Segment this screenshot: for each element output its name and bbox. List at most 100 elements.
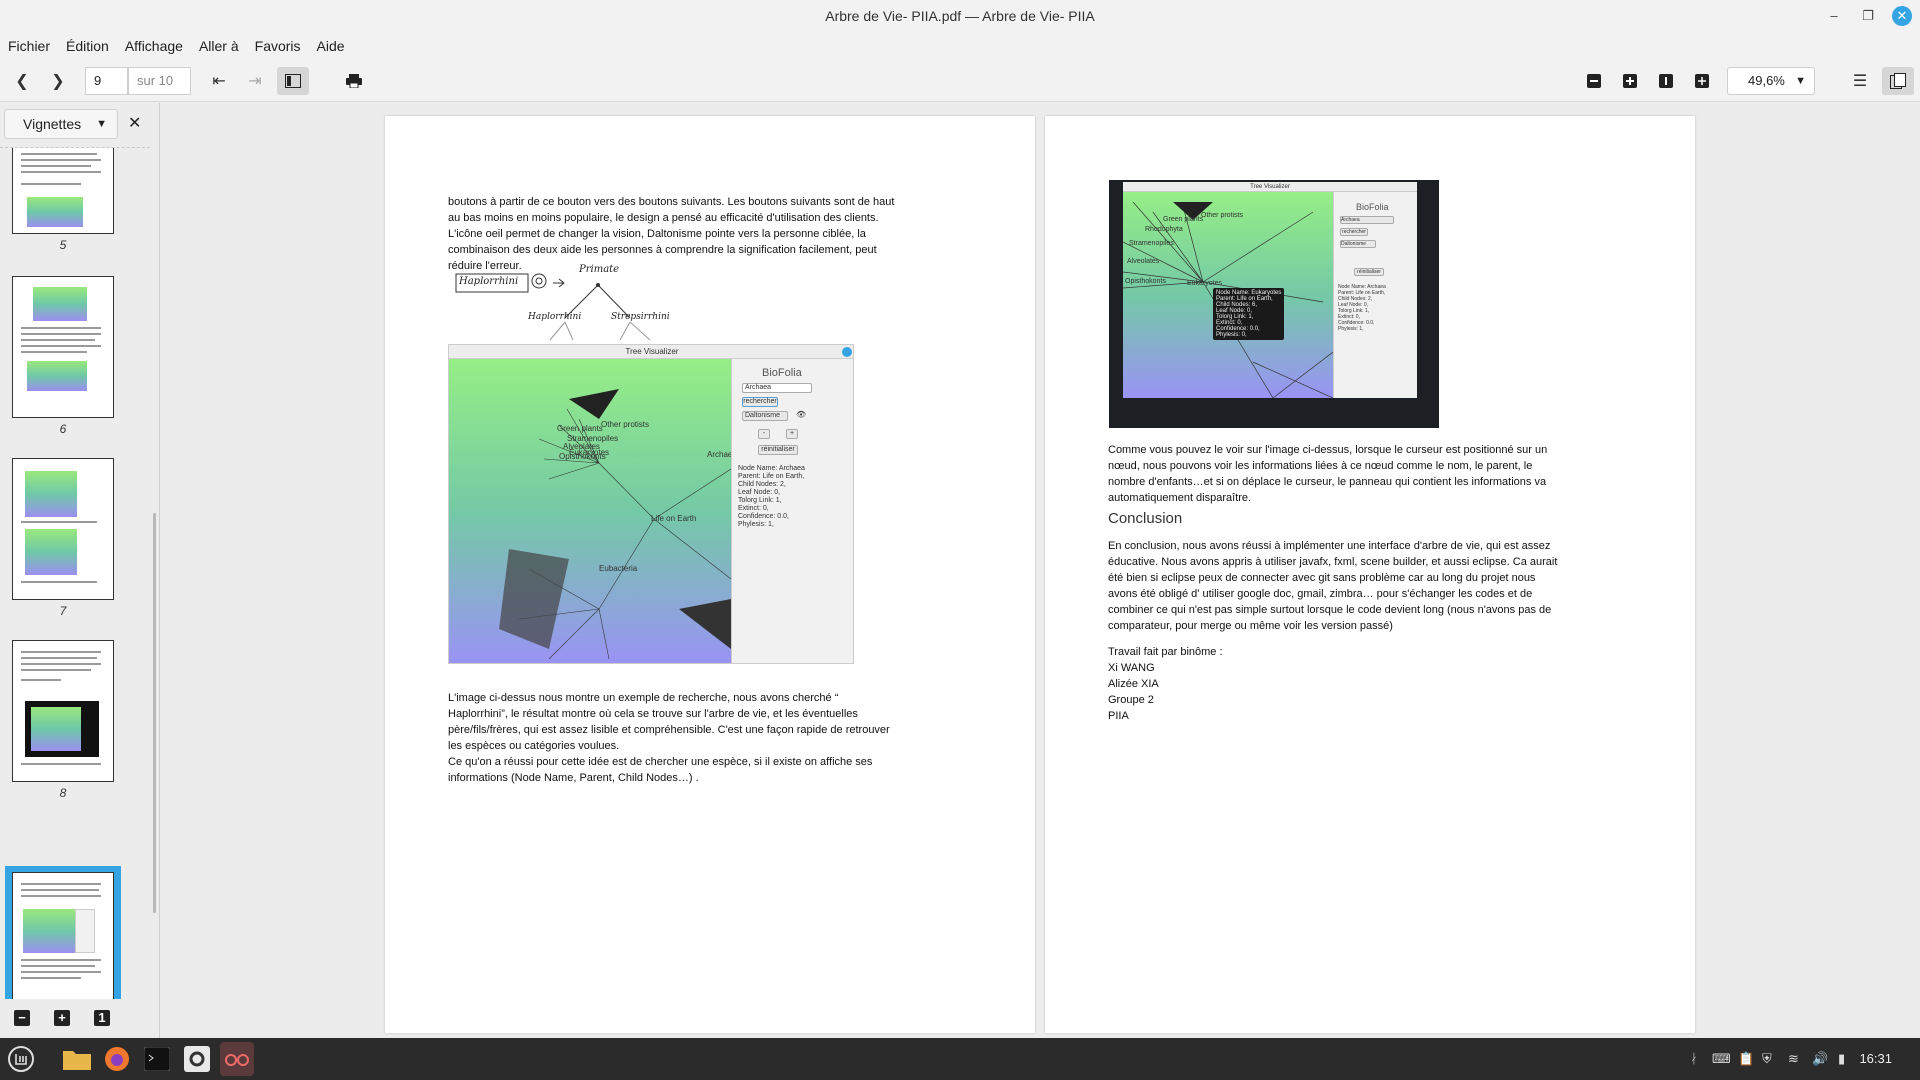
tree-label: Green plants <box>557 424 603 433</box>
terminal-icon[interactable] <box>140 1042 174 1076</box>
photo-mode-select: Daltonisme <box>1340 240 1376 248</box>
sketch-top-label: Primate <box>579 264 620 275</box>
maximize-button[interactable]: ❐ <box>1858 6 1878 26</box>
close-icon[interactable]: ✕ <box>128 113 141 133</box>
menu-icon[interactable] <box>4 1042 38 1076</box>
clipboard-icon[interactable]: 📋 <box>1738 1038 1754 1080</box>
text-line: Alizée XIA <box>1108 678 1159 690</box>
paragraph-conclusion: En conclusion, nous avons réussi à implé… <box>1108 538 1628 634</box>
eye-icon: 👁 <box>796 410 807 419</box>
sketch-left-label: Haplorrhini <box>528 312 582 322</box>
sidebar-toggle-icon[interactable] <box>277 67 309 95</box>
history-forward-icon[interactable]: ⇥ <box>241 67 269 95</box>
files-icon[interactable] <box>60 1042 94 1076</box>
paragraph-search: L'image ci-dessus nous montre un exemple… <box>448 690 968 786</box>
forward-icon[interactable]: ❯ <box>44 67 72 95</box>
menu-fichier[interactable]: Fichier <box>8 33 58 60</box>
menu-affichage[interactable]: Affichage <box>125 33 191 60</box>
text-line: Xi WANG <box>1108 662 1155 674</box>
page-10: Green plants Other protists Rhodophyta S… <box>1045 116 1695 1033</box>
menu-aller-a[interactable]: Aller à <box>199 33 247 60</box>
zoom-in-icon[interactable]: + <box>54 1010 70 1026</box>
sidebar-mode-select[interactable]: Vignettes ▼ <box>4 109 118 139</box>
photo-tree-label: Other protists <box>1201 212 1244 219</box>
zoom-out-icon[interactable]: − <box>14 1010 30 1026</box>
menu-favoris[interactable]: Favoris <box>255 33 309 60</box>
sidebar-mode-label: Vignettes <box>23 116 82 132</box>
volume-icon[interactable]: 🔊 <box>1812 1038 1828 1080</box>
menubar: Fichier Édition Affichage Aller à Favori… <box>0 33 1920 60</box>
clock[interactable]: 16:31 <box>1859 1038 1892 1080</box>
shield-icon[interactable]: ⛨ <box>1762 1038 1772 1080</box>
close-button[interactable]: ✕ <box>1892 6 1912 26</box>
window-titlebar: Arbre de Vie- PIIA.pdf — Arbre de Vie- P… <box>0 0 1920 33</box>
photo-brand: BioFolia <box>1356 202 1389 212</box>
sidebar-scrollbar[interactable] <box>153 513 156 913</box>
zoom-100-icon[interactable] <box>1652 67 1680 95</box>
sidebar-footer: − + 1 <box>0 1000 160 1038</box>
app-search-input: Archaea <box>742 383 812 393</box>
text-line: été bien si eclipse peux de connecter av… <box>1108 572 1536 584</box>
photo-window-titlebar: Tree Visualizer <box>1123 182 1417 192</box>
page-9: boutons à partir de ce bouton vers des b… <box>385 116 1035 1033</box>
photo-screenshot: Green plants Other protists Rhodophyta S… <box>1109 180 1439 428</box>
text-line: Haplorrhini”, le résultat montre où cela… <box>448 708 858 720</box>
text-line: combiner ce qui n'est pas simple surtout… <box>1108 604 1552 616</box>
zoom-out-icon[interactable] <box>1580 67 1608 95</box>
text-line: les espèces ou catégories voulues. <box>448 740 620 752</box>
firefox-icon[interactable] <box>100 1042 134 1076</box>
document-viewer-icon[interactable] <box>220 1042 254 1076</box>
zoom-in-icon[interactable] <box>1616 67 1644 95</box>
text-line: nœud, nous pouvons voir les informations… <box>1108 460 1533 472</box>
zoom-value: 49,6% <box>1748 73 1785 88</box>
fit-icon[interactable] <box>1688 67 1716 95</box>
dual-page-icon[interactable] <box>1882 67 1914 95</box>
continuous-icon[interactable]: ☰ <box>1846 67 1874 95</box>
history-back-icon[interactable]: ⇤ <box>205 67 233 95</box>
text-line: Ce qu'on a réussi pour cette idée est de… <box>448 756 873 768</box>
photo-node-info: Node Name: Archaea Parent: Life on Earth… <box>1338 284 1386 332</box>
window-title: Arbre de Vie- PIIA.pdf — Arbre de Vie- P… <box>825 8 1095 24</box>
battery-icon[interactable]: ▮ <box>1838 1038 1845 1080</box>
thumbnail-page-5[interactable] <box>12 148 114 234</box>
tree-canvas: Eukaryotes Archaea Life on Earth Eubacte… <box>449 359 737 663</box>
tree-label: Opisthokonts <box>559 452 606 461</box>
wifi-icon[interactable]: ≋ <box>1788 1038 1799 1080</box>
photo-tree-label: Alveolates <box>1127 258 1160 265</box>
toolbar: ❮ ❯ 9 sur 10 ⇤ ⇥ 49,6% ▼ ☰ <box>0 60 1920 102</box>
menu-aide[interactable]: Aide <box>317 33 353 60</box>
zoom-select[interactable]: 49,6% ▼ <box>1727 67 1815 95</box>
minimize-button[interactable]: – <box>1824 6 1844 26</box>
menu-edition[interactable]: Édition <box>66 33 117 60</box>
zoom-reset-icon[interactable]: 1 <box>94 1010 110 1026</box>
text-line: PIIA <box>1108 710 1129 722</box>
text-line: En conclusion, nous avons réussi à implé… <box>1108 540 1551 552</box>
app-side-panel: BioFolia Archaea rechercher Daltonisme 👁… <box>731 359 853 663</box>
settings-icon[interactable] <box>180 1042 214 1076</box>
thumbnail-list[interactable]: 5 6 7 8 <box>0 147 150 999</box>
text-line: nombre d'enfants…et si on déplace le cur… <box>1108 476 1547 488</box>
back-icon[interactable]: ❮ <box>8 67 36 95</box>
keyboard-icon[interactable]: ⌨ <box>1712 1038 1731 1080</box>
photo-tree-label: Eukaryotes <box>1187 280 1223 287</box>
photo-search-button: rechercher <box>1340 228 1368 236</box>
thumbnail-page-8[interactable] <box>12 640 114 782</box>
document-view[interactable]: boutons à partir de ce bouton vers des b… <box>161 103 1920 1038</box>
thumbnail-page-6[interactable] <box>12 276 114 418</box>
credits: Travail fait par binôme : Xi WANG Alizée… <box>1108 644 1408 724</box>
thumbnail-page-7[interactable] <box>12 458 114 600</box>
text-line: éducative. Nous avons appris à utiliser … <box>1108 556 1558 568</box>
page-number-input[interactable]: 9 <box>85 67 128 95</box>
photo-window-title: Tree Visualizer <box>1250 184 1290 190</box>
print-icon[interactable] <box>340 67 368 95</box>
bluetooth-icon[interactable]: ᛅ <box>1690 1038 1698 1080</box>
thumbnail-label: 8 <box>59 786 67 800</box>
photo-tree-label: Opisthokonts <box>1125 278 1166 285</box>
paragraph-intro: boutons à partir de ce bouton vers des b… <box>448 194 968 274</box>
app-window-titlebar: Tree Visualizer <box>449 345 853 359</box>
app-node-info: Node Name: Archaea Parent: Life on Earth… <box>738 465 805 528</box>
photo-side-panel: BioFolia Archaea rechercher Daltonisme r… <box>1333 192 1417 398</box>
thumbnail-page-9[interactable] <box>12 872 114 999</box>
chevron-down-icon: ▼ <box>1795 75 1806 87</box>
text-line: informations (Node Name, Parent, Child N… <box>448 772 699 784</box>
